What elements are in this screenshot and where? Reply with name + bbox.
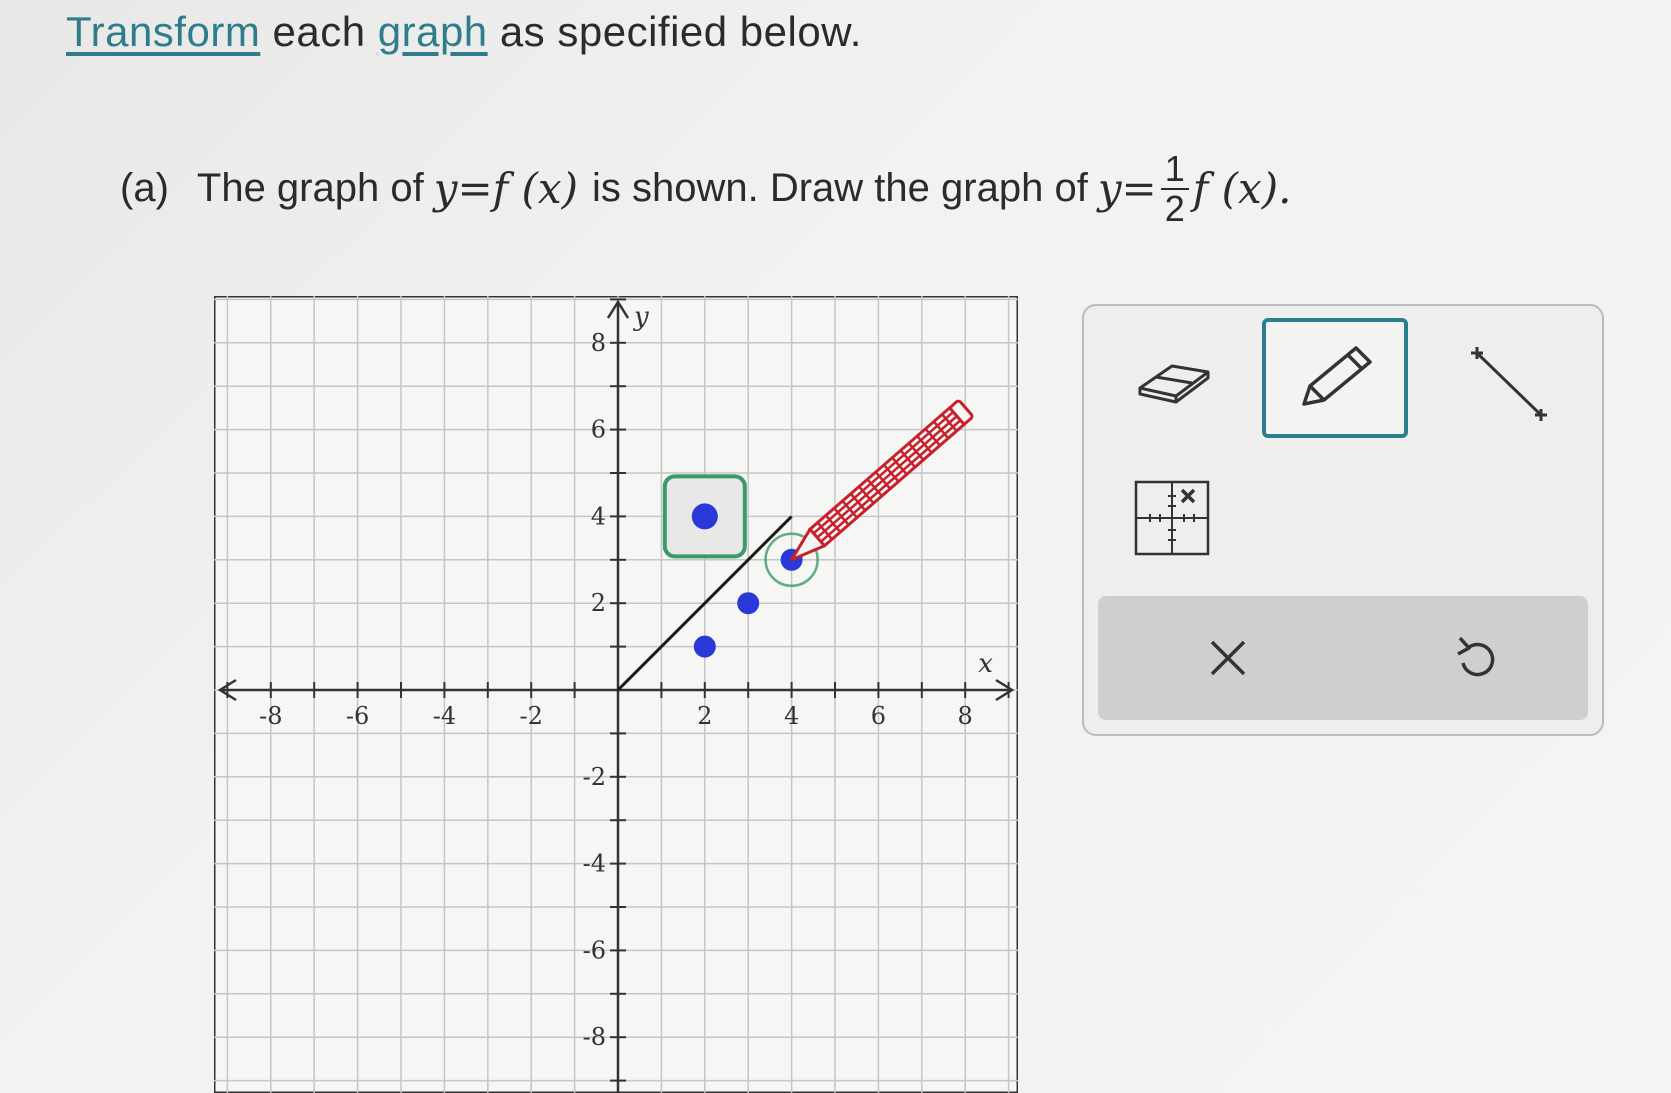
- equation-target-left: y=: [1097, 164, 1157, 214]
- fraction-denominator: 2: [1164, 187, 1185, 229]
- equation-target-right: f (x).: [1192, 164, 1292, 214]
- y-tick-label: -4: [583, 850, 606, 878]
- instructions-middle: each: [260, 8, 378, 55]
- point-tool-button[interactable]: [1128, 474, 1216, 562]
- transform-link[interactable]: Transform: [66, 8, 260, 55]
- undo-icon: [1457, 636, 1495, 677]
- y-tick-label: 8: [591, 329, 606, 357]
- plotted-point: [693, 635, 716, 658]
- x-tick-label: 6: [871, 702, 886, 730]
- undo-button[interactable]: [1436, 618, 1516, 698]
- coordinate-plane[interactable]: -8 -6 -4 -2 2 4 6 8 8 6 4 2 -2 -4 -6 -8 x y: [214, 296, 1018, 1093]
- point-grid-icon: [1134, 480, 1210, 556]
- highlighted-point: [691, 503, 718, 530]
- y-axis-label: y: [633, 302, 649, 332]
- action-bar: [1098, 596, 1588, 720]
- x-tick-label: 2: [697, 702, 712, 730]
- x-tick-label: 8: [958, 702, 973, 730]
- x-tick-label: -4: [433, 702, 456, 730]
- x-axis-label: x: [978, 649, 993, 679]
- y-tick-label: 4: [591, 502, 606, 530]
- y-tick-label: 2: [591, 589, 606, 617]
- x-tick-label: -8: [259, 702, 282, 730]
- fraction-numerator: 1: [1160, 150, 1189, 190]
- y-tick-label: 6: [591, 416, 606, 444]
- x-tick-label: 4: [784, 702, 799, 730]
- y-tick-label: -8: [583, 1023, 606, 1051]
- graph-border: [214, 296, 1018, 1093]
- graph-link[interactable]: graph: [378, 8, 488, 55]
- pencil-tool-button[interactable]: [1262, 318, 1408, 438]
- y-tick-label: -6: [583, 936, 606, 964]
- graph-canvas[interactable]: -8 -6 -4 -2 2 4 6 8 8 6 4 2 -2 -4 -6 -8 x y: [214, 296, 1018, 1093]
- x-tick-label: -2: [520, 702, 543, 730]
- instructions: Transform each graph as specified below.: [66, 8, 862, 56]
- line-segment-tool-button[interactable]: [1454, 334, 1564, 434]
- question-text-2: is shown. Draw the graph of: [592, 166, 1088, 211]
- question-text-1: The graph of: [196, 166, 424, 211]
- close-icon: [1210, 640, 1246, 676]
- instructions-end: as specified below.: [487, 8, 862, 55]
- plotted-point: [737, 592, 760, 615]
- y-tick-label: -2: [583, 763, 606, 791]
- line-segment-icon: [1471, 347, 1547, 421]
- x-tick-label: -6: [346, 702, 369, 730]
- equation-original: y=f (x): [433, 164, 578, 214]
- question-a: (a) The graph of y=f (x) is shown. Draw …: [120, 150, 1291, 228]
- clear-button[interactable]: [1188, 618, 1268, 698]
- eraser-icon: [1138, 364, 1210, 404]
- drawing-toolbox: [1082, 304, 1604, 736]
- fraction-one-half: 1 2: [1160, 150, 1189, 229]
- question-label: (a): [120, 166, 169, 211]
- pencil-icon: [1302, 346, 1372, 406]
- eraser-tool-button[interactable]: [1128, 336, 1216, 424]
